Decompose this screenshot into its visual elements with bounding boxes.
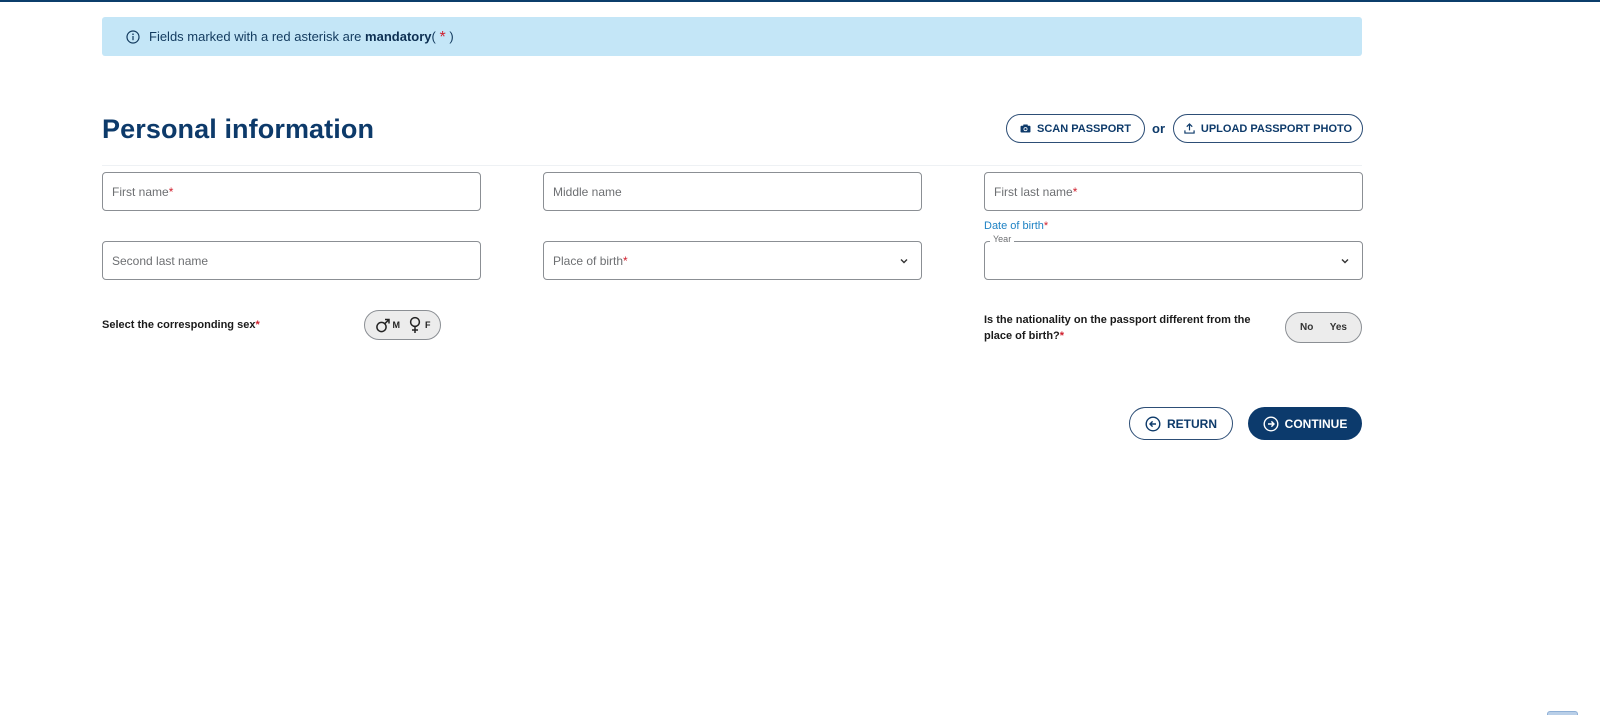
banner-asterisk: * [439,28,446,46]
first-last-name-field[interactable]: First last name * [984,172,1363,211]
page-title: Personal information [102,114,375,144]
date-of-birth-required-marker: * [1043,220,1049,232]
first-name-required-marker: * [168,184,174,199]
middle-name-field[interactable]: Middle name [543,172,922,211]
nationality-option-yes[interactable]: Yes [1330,322,1347,333]
second-last-name-field[interactable]: Second last name [102,241,481,280]
banner-text: Fields marked with a red asterisk are [149,29,362,44]
banner-close-paren: ) [449,29,454,44]
sex-label: Select the corresponding sex* [102,319,260,331]
return-label: RETURN [1167,416,1217,431]
nationality-toggle[interactable]: No Yes [1285,312,1362,343]
scan-passport-button[interactable]: SCAN PASSPORT [1006,114,1145,143]
nationality-option-no[interactable]: No [1300,322,1313,333]
sex-label-text: Select the corresponding sex [102,319,256,331]
upload-icon [1184,123,1195,134]
section-divider [102,165,1362,166]
corner-widget[interactable] [1547,711,1578,715]
male-symbol-icon [375,318,390,333]
arrow-left-circle-icon [1145,415,1161,432]
birth-year-select[interactable] [984,241,1363,280]
chevron-down-icon [899,255,909,265]
or-separator: or [1152,121,1165,136]
date-of-birth-label-text: Date of birth [984,220,1044,232]
place-of-birth-required-marker: * [623,253,628,268]
place-of-birth-select[interactable]: Place of birth * [543,241,922,280]
date-of-birth-label: Date of birth* [984,220,1048,232]
sex-option-female[interactable]: F [407,316,431,334]
upload-passport-photo-label: UPLOAD PASSPORT PHOTO [1200,122,1353,135]
sex-required-marker: * [255,319,260,331]
place-of-birth-placeholder: Place of birth [553,253,624,268]
sex-toggle[interactable]: M F [364,310,441,340]
middle-name-placeholder: Middle name [553,184,622,199]
first-name-field[interactable]: First name * [102,172,481,211]
chevron-down-icon [1340,255,1350,265]
second-last-name-placeholder: Second last name [112,253,209,268]
upload-passport-photo-button[interactable]: UPLOAD PASSPORT PHOTO [1173,114,1363,143]
sex-option-male[interactable]: M [375,316,401,334]
banner-bold-text: mandatory [365,29,432,44]
first-name-placeholder: First name [112,184,169,199]
birth-year-legend: Year [990,234,1015,244]
sex-male-label: M [392,320,401,330]
mandatory-info-banner: Fields marked with a red asterisk are ma… [102,17,1362,56]
return-button[interactable]: RETURN [1129,407,1233,440]
female-symbol-icon [409,316,421,333]
nationality-required-marker: * [1059,330,1065,342]
continue-label: CONTINUE [1284,416,1348,431]
first-last-name-required-marker: * [1072,184,1078,199]
scan-passport-label: SCAN PASSPORT [1037,122,1131,135]
info-circle-icon [126,29,140,44]
banner-open-paren: ( [431,29,436,44]
nationality-question-text: Is the nationality on the passport diffe… [984,314,1251,342]
arrow-right-circle-icon [1263,415,1279,432]
continue-button[interactable]: CONTINUE [1248,407,1362,440]
camera-icon [1020,124,1031,133]
sex-female-label: F [425,320,431,330]
first-last-name-placeholder: First last name [994,184,1073,199]
top-accent-line [0,0,1600,2]
nationality-question: Is the nationality on the passport diffe… [984,312,1274,344]
